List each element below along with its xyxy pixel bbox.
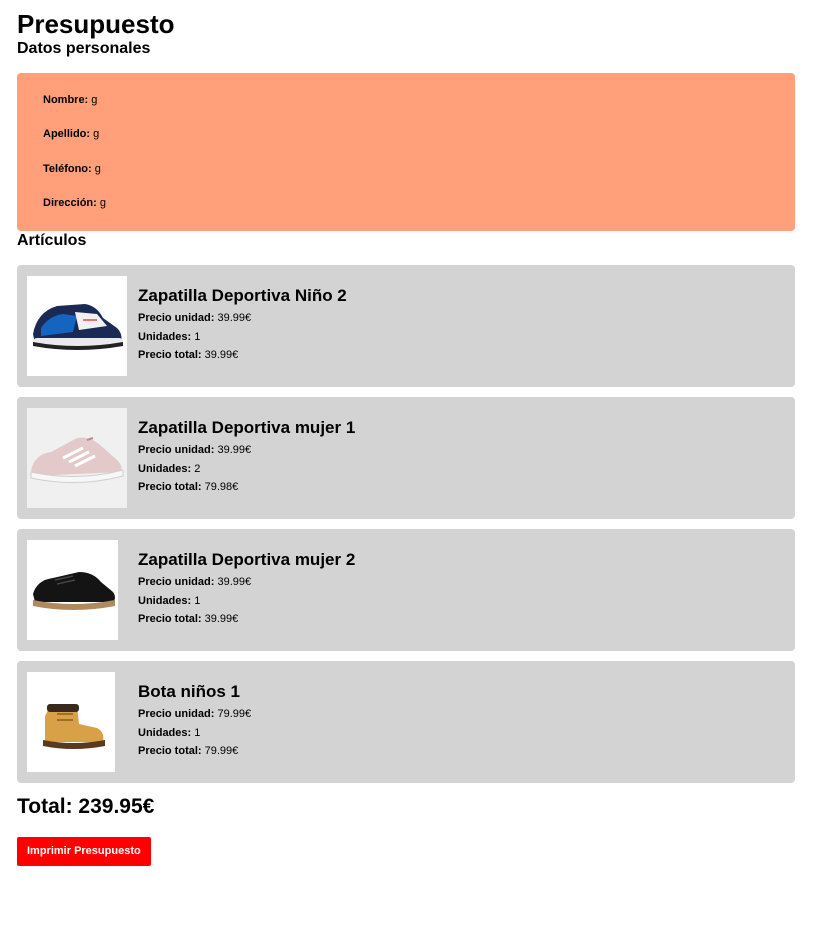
article-name: Zapatilla Deportiva mujer 2 [138,550,356,569]
kids-sneaker-image [27,276,127,376]
unit-price-value: 39.99€ [217,312,252,324]
unit-price-label: Precio unidad: [138,444,215,456]
line-total-label: Precio total: [138,349,202,361]
line-total: Precio total: 39.99€ [138,349,347,368]
print-budget-button[interactable]: Imprimir Presupuesto [17,837,151,866]
field-value: g [99,196,106,209]
article-info: Bota niños 1 Precio unidad: 79.99€ Unida… [138,682,251,764]
field-telefono: Teléfono: g [43,163,795,197]
articles-heading: Artículos [17,232,87,249]
women-running-shoe-image [27,408,127,508]
articles-list: Zapatilla Deportiva Niño 2 Precio unidad… [17,265,795,783]
units-label: Unidades: [138,594,192,607]
article-card: Zapatilla Deportiva mujer 2 Precio unida… [17,529,795,651]
personal-data-card: Nombre: g Apellido: g Teléfono: g Direcc… [17,73,795,231]
unit-price-value: 39.99€ [217,576,252,588]
article-info: Zapatilla Deportiva mujer 2 Precio unida… [138,550,355,632]
unit-price-value: 39.99€ [217,444,252,456]
budget-page: Presupuesto Datos personales Nombre: g A… [0,0,813,866]
article-name: Zapatilla Deportiva Niño 2 [138,286,347,305]
field-label: Dirección: [43,196,97,209]
unit-price: Precio unidad: 39.99€ [138,312,347,331]
field-value: g [93,128,100,141]
line-total-label: Precio total: [138,745,202,757]
unit-price: Precio unidad: 39.99€ [138,444,355,463]
field-label: Teléfono: [43,162,92,175]
line-total: Precio total: 79.99€ [138,745,251,764]
line-total-label: Precio total: [138,481,202,493]
grand-total: Total: 239.95€ [17,795,155,818]
line-total-value: 39.99€ [204,613,239,625]
article-info: Zapatilla Deportiva Niño 2 Precio unidad… [138,286,347,368]
units: Unidades: 1 [138,595,355,614]
personal-data-heading: Datos personales [17,40,151,57]
line-total: Precio total: 39.99€ [138,613,355,632]
units-value: 2 [194,462,201,475]
article-info: Zapatilla Deportiva mujer 1 Precio unida… [138,418,355,500]
units: Unidades: 1 [138,331,347,350]
field-value: g [91,94,98,106]
article-card: Bota niños 1 Precio unidad: 79.99€ Unida… [17,661,795,783]
field-apellido: Apellido: g [43,128,795,162]
units-label: Unidades: [138,726,192,739]
unit-price: Precio unidad: 79.99€ [138,708,251,727]
unit-price-label: Precio unidad: [138,312,215,324]
unit-price-value: 79.99€ [217,708,252,720]
field-nombre: Nombre: g [43,94,795,128]
field-label: Apellido: [43,128,91,141]
unit-price-label: Precio unidad: [138,576,215,588]
line-total-value: 79.98€ [204,481,239,493]
kids-boot-image [27,672,115,772]
units-label: Unidades: [138,330,192,343]
units-value: 1 [194,594,201,607]
women-sneaker-image [27,540,118,640]
field-direccion: Dirección: g [43,197,795,231]
units-value: 1 [194,330,201,343]
line-total-label: Precio total: [138,613,202,625]
units-value: 1 [194,726,201,739]
units: Unidades: 2 [138,463,355,482]
units: Unidades: 1 [138,727,251,746]
unit-price: Precio unidad: 39.99€ [138,576,355,595]
line-total: Precio total: 79.98€ [138,481,355,500]
line-total-value: 79.99€ [204,745,239,757]
line-total-value: 39.99€ [204,349,239,361]
article-card: Zapatilla Deportiva mujer 1 Precio unida… [17,397,795,519]
field-value: g [94,162,101,175]
article-card: Zapatilla Deportiva Niño 2 Precio unidad… [17,265,795,387]
units-label: Unidades: [138,462,192,475]
page-title: Presupuesto [17,9,175,39]
article-name: Zapatilla Deportiva mujer 1 [138,418,356,437]
field-label: Nombre: [43,94,89,106]
unit-price-label: Precio unidad: [138,708,215,720]
article-name: Bota niños 1 [138,682,241,701]
